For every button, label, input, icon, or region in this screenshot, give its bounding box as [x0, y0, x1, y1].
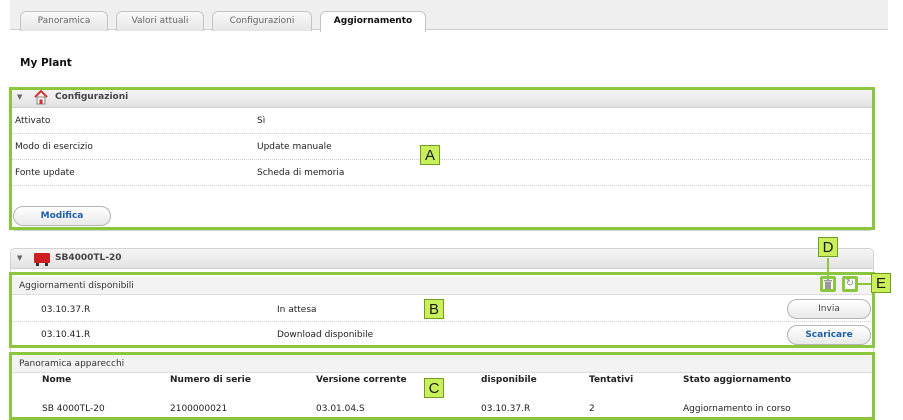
tab-bar: Panoramica Valori attuali Configurazioni…	[10, 0, 888, 32]
collapse-caret-icon[interactable]: ▼	[17, 254, 22, 262]
house-icon	[33, 89, 49, 106]
config-value: Sì	[257, 116, 266, 126]
overview-subheader: Panoramica apparecchi	[11, 355, 873, 373]
update-status: In attesa	[277, 305, 317, 315]
config-row-attivato: Attivato Sì	[11, 108, 873, 134]
invia-button[interactable]: Invia	[787, 299, 871, 319]
page-title: My Plant	[20, 57, 72, 69]
table-cell: 2	[589, 404, 595, 414]
device-panel-header[interactable]: ▼ SB4000TL-20	[11, 249, 873, 269]
tab-configurazioni[interactable]: Configurazioni	[212, 11, 312, 31]
config-value: Scheda di memoria	[257, 168, 345, 178]
modifica-button[interactable]: Modifica	[13, 206, 111, 226]
column-header-stato: Stato aggiornamento	[683, 375, 791, 385]
annotation-leader-e	[858, 283, 872, 285]
table-cell: Aggiornamento in corso	[683, 404, 791, 414]
config-row-fonte: Fonte update Scheda di memoria	[11, 160, 873, 186]
update-row: 03.10.41.R Download disponibile Scaricar…	[11, 322, 873, 347]
refresh-icon[interactable]: ↻	[842, 276, 858, 292]
config-panel-title: Configurazioni	[55, 92, 129, 102]
annotation-badge-a: A	[420, 145, 440, 165]
update-version: 03.10.41.R	[41, 330, 91, 340]
table-cell: 03.01.04.S	[316, 404, 365, 414]
tab-aggiornamento[interactable]: Aggiornamento	[320, 11, 426, 32]
annotation-badge-e: E	[871, 273, 891, 293]
update-version: 03.10.37.R	[41, 305, 91, 315]
annotation-leader-d	[827, 258, 829, 276]
updates-subheader: Aggiornamenti disponibili	[11, 277, 873, 295]
column-header-versione: Versione corrente	[316, 375, 407, 385]
config-value: Update manuale	[257, 142, 332, 152]
config-row-modo: Modo di esercizio Update manuale	[11, 134, 873, 160]
config-label: Fonte update	[15, 168, 75, 178]
update-status: Download disponibile	[277, 330, 374, 340]
column-header-tentativi: Tentativi	[589, 375, 634, 385]
column-header-nome: Nome	[42, 375, 72, 385]
inverter-icon	[33, 252, 51, 267]
trash-icon[interactable]	[820, 276, 836, 292]
overview-subheader-label: Panoramica apparecchi	[19, 359, 125, 369]
table-cell: 03.10.37.R	[481, 404, 531, 414]
table-cell: SB 4000TL-20	[42, 404, 105, 414]
updates-subheader-label: Aggiornamenti disponibili	[19, 281, 134, 291]
config-panel: ▼ Configurazioni Attivato Sì Modo di ese…	[10, 87, 874, 231]
annotation-badge-d: D	[818, 237, 838, 257]
column-header-seriale: Numero di serie	[170, 375, 251, 385]
config-label: Modo di esercizio	[15, 142, 93, 152]
config-label: Attivato	[15, 116, 51, 126]
annotation-badge-b: B	[424, 299, 444, 319]
config-panel-header[interactable]: ▼ Configurazioni	[11, 88, 873, 108]
column-header-disponibile: disponibile	[481, 375, 537, 385]
device-panel-title: SB4000TL-20	[55, 253, 122, 263]
collapse-caret-icon[interactable]: ▼	[17, 93, 22, 101]
tab-panoramica[interactable]: Panoramica	[20, 11, 108, 31]
scaricare-button[interactable]: Scaricare	[787, 325, 871, 345]
annotation-badge-c: C	[424, 378, 444, 398]
tab-valori-attuali[interactable]: Valori attuali	[116, 11, 204, 31]
table-cell: 2100000021	[170, 404, 228, 414]
